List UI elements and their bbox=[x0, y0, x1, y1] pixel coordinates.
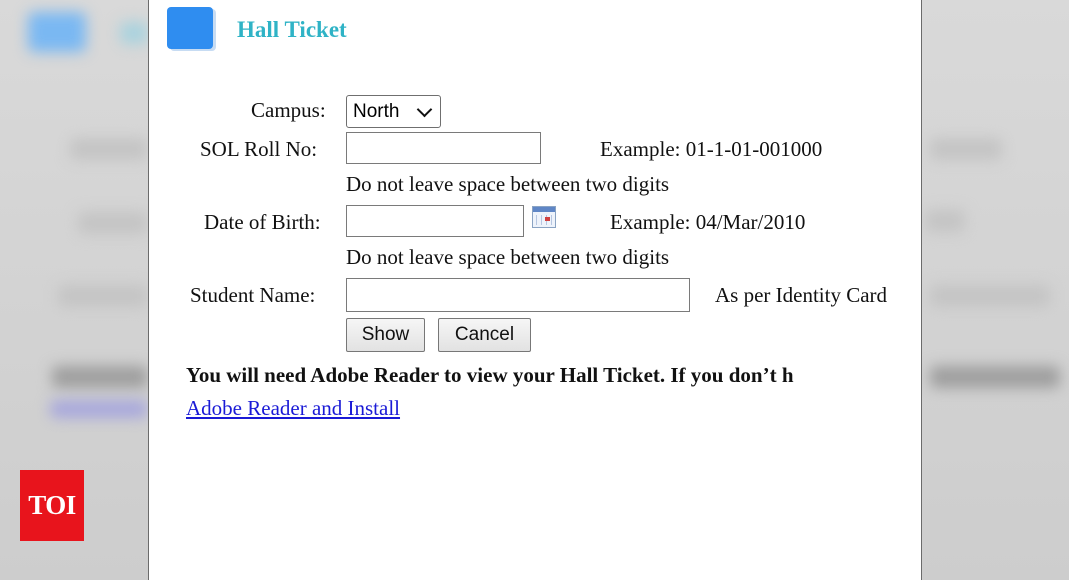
bg-blur-row bbox=[930, 366, 1060, 388]
cancel-button[interactable]: Cancel bbox=[438, 318, 531, 352]
student-name-label: Student Name: bbox=[190, 283, 316, 307]
bg-blur-row bbox=[58, 285, 148, 307]
student-name-input[interactable] bbox=[346, 278, 690, 312]
roll-no-example: Example: 01-1-01-001000 bbox=[600, 137, 823, 161]
dob-hint: Do not leave space between two digits bbox=[346, 245, 670, 269]
chevron-down-icon bbox=[416, 101, 433, 117]
hall-ticket-logo-icon bbox=[167, 7, 213, 49]
bg-blur-row bbox=[930, 138, 1002, 160]
dob-example: Example: 04/Mar/2010 bbox=[610, 210, 806, 234]
bg-blur-row bbox=[78, 212, 148, 234]
bg-blur-logo bbox=[28, 12, 86, 52]
page-title: Hall Ticket bbox=[237, 17, 347, 42]
bg-blur-row bbox=[925, 210, 965, 232]
bg-blur-row bbox=[70, 138, 148, 160]
bg-blur-row bbox=[52, 366, 148, 388]
roll-no-input[interactable] bbox=[346, 132, 541, 164]
campus-selected-value: North bbox=[353, 100, 400, 122]
hall-ticket-panel: Hall Ticket Campus: North SOL Roll No: E… bbox=[148, 0, 922, 580]
roll-no-label: SOL Roll No: bbox=[200, 137, 318, 161]
campus-label: Campus: bbox=[251, 98, 326, 122]
bg-blur-link bbox=[50, 400, 148, 418]
bg-blur-title bbox=[120, 22, 148, 44]
adobe-reader-link[interactable]: Adobe Reader and Install bbox=[186, 396, 400, 421]
dob-label: Date of Birth: bbox=[204, 210, 321, 234]
campus-select[interactable]: North bbox=[346, 95, 441, 128]
dob-input[interactable] bbox=[346, 205, 524, 237]
calendar-icon[interactable] bbox=[532, 206, 556, 228]
roll-no-hint: Do not leave space between two digits bbox=[346, 172, 670, 196]
toi-watermark-logo: TOI bbox=[20, 470, 84, 541]
adobe-reader-notice: You will need Adobe Reader to view your … bbox=[186, 363, 794, 387]
show-button[interactable]: Show bbox=[346, 318, 425, 352]
bg-blur-row bbox=[930, 285, 1050, 307]
student-name-note: As per Identity Card bbox=[715, 283, 888, 307]
